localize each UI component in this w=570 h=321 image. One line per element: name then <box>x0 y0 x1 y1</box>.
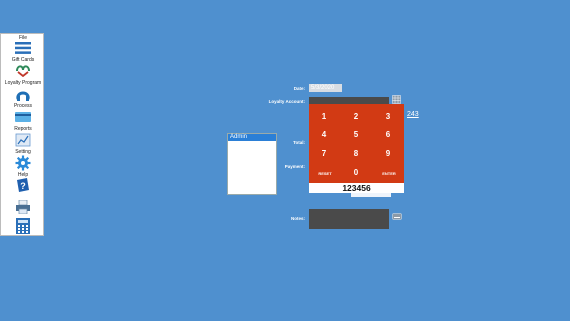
key-6[interactable]: 6 <box>373 130 403 139</box>
notes-label: Notes: <box>290 216 305 221</box>
card-reader-icon[interactable] <box>392 95 401 104</box>
entry-underline <box>351 193 391 197</box>
menu-icon <box>15 42 31 54</box>
sidebar-item-help[interactable]: ? <box>1 178 45 198</box>
total-label: Total: <box>293 140 305 145</box>
key-3[interactable]: 3 <box>373 112 403 121</box>
key-0[interactable]: 0 <box>341 168 371 177</box>
key-9[interactable]: 9 <box>373 149 403 158</box>
notes-input[interactable] <box>309 209 389 229</box>
calculator-icon <box>16 218 30 234</box>
loyalty-account-label: Loyalty Account: <box>268 99 305 104</box>
loyalty-icon <box>16 91 30 101</box>
key-4[interactable]: 4 <box>309 130 339 139</box>
numeric-keypad: 1 2 3 4 5 6 7 8 9 RESET 0 ENTER <box>309 104 404 183</box>
keypad-entry-display[interactable]: 123456 <box>309 183 404 193</box>
list-item[interactable]: Admin <box>228 134 276 141</box>
key-5[interactable]: 5 <box>341 130 371 139</box>
reset-key[interactable]: RESET <box>310 171 340 176</box>
keyboard-icon[interactable] <box>392 213 402 220</box>
sidebar-item-print[interactable] <box>1 199 45 219</box>
printer-icon <box>16 199 30 215</box>
help-icon: ? <box>17 178 29 192</box>
key-8[interactable]: 8 <box>341 149 371 158</box>
sidebar-label-process: Process <box>13 103 33 109</box>
key-7[interactable]: 7 <box>309 149 339 158</box>
svg-text:?: ? <box>20 181 26 191</box>
key-2[interactable]: 2 <box>341 112 371 121</box>
process-icon <box>15 112 31 122</box>
date-label: Date: <box>293 86 305 91</box>
loyalty-account-input[interactable] <box>309 97 389 104</box>
gift-card-icon <box>16 65 30 78</box>
enter-key[interactable]: ENTER <box>374 171 404 176</box>
key-1[interactable]: 1 <box>309 112 339 121</box>
user-list[interactable]: Admin <box>227 133 277 195</box>
payment-label: Payment: <box>284 164 305 169</box>
sidebar: File Gift Cards Loyalty Program Process … <box>0 33 44 236</box>
gear-icon <box>15 155 31 171</box>
date-field[interactable]: 5/3/2020 <box>309 84 342 92</box>
sidebar-item-calculator[interactable] <box>1 218 45 239</box>
loyalty-count-link[interactable]: 243 <box>407 111 419 118</box>
reports-icon <box>15 133 31 147</box>
sidebar-label-reports: Reports <box>14 126 32 132</box>
